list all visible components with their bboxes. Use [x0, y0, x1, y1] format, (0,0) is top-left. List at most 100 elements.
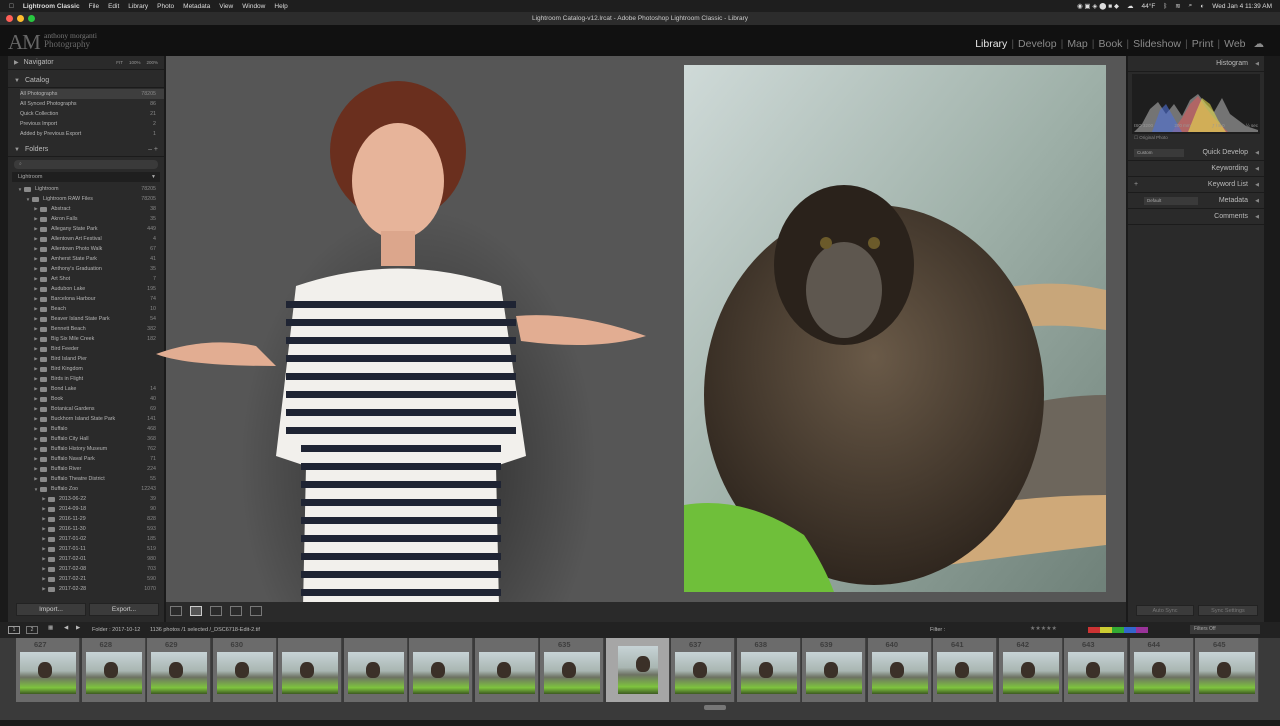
folder-icon — [40, 226, 47, 232]
menu-library[interactable]: Library — [128, 3, 148, 10]
menu-window[interactable]: Window — [242, 3, 265, 10]
bluetooth-icon[interactable]: ᛒ — [1163, 3, 1167, 10]
color-label-filter[interactable] — [1088, 627, 1148, 633]
filmstrip-scrollbar[interactable] — [704, 705, 726, 710]
folder-name: 2017-02-01 — [59, 556, 87, 562]
module-book[interactable]: Book — [1094, 38, 1126, 50]
menu-help[interactable]: Help — [274, 3, 287, 10]
module-library[interactable]: Library — [971, 38, 1011, 50]
folder-name: Amherst State Park — [51, 256, 97, 262]
module-slideshow[interactable]: Slideshow — [1129, 38, 1185, 50]
quick-develop-preset[interactable]: Custom — [1134, 148, 1184, 157]
grid-view-icon[interactable] — [170, 606, 182, 616]
filmstrip-thumb[interactable] — [474, 638, 539, 702]
grid-icon[interactable]: ▦ — [48, 625, 53, 631]
collapse-triangle-icon: ▶ — [34, 286, 38, 291]
wifi-icon[interactable]: ≋ — [1175, 2, 1180, 10]
keyword-list-header[interactable]: + Keyword List ◀ — [1128, 177, 1264, 193]
auto-sync-button[interactable]: Auto Sync — [1136, 605, 1194, 616]
original-photo-toggle[interactable]: ☐ Original Photo — [1134, 135, 1168, 141]
collapse-triangle-icon: ▶ — [42, 566, 46, 571]
forward-arrow-icon[interactable]: ▶ — [76, 625, 80, 631]
secondary-display-icon[interactable]: 2 — [26, 626, 38, 634]
keywording-header[interactable]: Keywording ◀ — [1128, 161, 1264, 177]
folder-icon — [40, 346, 47, 352]
add-keyword-icon[interactable]: + — [1134, 181, 1138, 188]
cloud-sync-icon[interactable]: ☁ — [1250, 38, 1269, 50]
menu-metadata[interactable]: Metadata — [183, 3, 210, 10]
person-neck — [381, 231, 415, 266]
clock[interactable]: Wed Jan 4 11:39 AM — [1212, 3, 1272, 10]
collapse-triangle-icon: ▶ — [14, 60, 19, 66]
module-picker: Library | Develop | Map | Book | Slideshow | … — [971, 38, 1268, 50]
filmstrip-thumb[interactable]: 637 — [671, 638, 735, 702]
filmstrip-thumb[interactable]: 635 — [540, 638, 604, 702]
module-develop[interactable]: Develop — [1014, 38, 1061, 50]
zoom-window-button[interactable] — [28, 15, 35, 22]
histogram-header[interactable]: Histogram ◀ — [1128, 56, 1264, 72]
folder-name: Anthony's Graduation — [51, 266, 102, 272]
status-icons[interactable]: ◉ ▣ ◈ ⬤ ■ ◆ — [1077, 2, 1119, 10]
metadata-preset[interactable]: Default — [1144, 196, 1198, 205]
filmstrip-thumb[interactable]: 641 — [933, 638, 997, 702]
filmstrip-thumb[interactable]: 643 — [1064, 638, 1128, 702]
menu-edit[interactable]: Edit — [108, 3, 119, 10]
filmstrip-thumb[interactable]: 642 — [998, 638, 1063, 702]
filmstrip-thumb[interactable]: 638 — [736, 638, 801, 702]
module-web[interactable]: Web — [1220, 38, 1249, 50]
menu-view[interactable]: View — [219, 3, 233, 10]
folder-icon — [40, 206, 47, 212]
folder-name: Art Shot — [51, 276, 71, 282]
filmstrip-thumb[interactable]: 640 — [867, 638, 932, 702]
window-title: Lightroom Catalog-v12.lrcat - Adobe Phot… — [531, 15, 749, 22]
module-map[interactable]: Map — [1063, 38, 1091, 50]
filmstrip[interactable]: 627 628 629 630 635 637 638 639 640 641 642 643 644 6… — [0, 638, 1280, 720]
apple-icon[interactable]:  — [9, 3, 14, 10]
filmstrip-thumb[interactable] — [278, 638, 342, 702]
weather-icon[interactable]: ☁ — [1127, 2, 1134, 10]
folder-path[interactable]: Folder : 2017-10-12 — [92, 627, 140, 633]
filmstrip-thumb[interactable]: 639 — [802, 638, 866, 702]
menu-file[interactable]: File — [89, 3, 99, 10]
search-icon[interactable]: ⌕ — [1189, 2, 1193, 10]
survey-view-icon[interactable] — [230, 606, 242, 616]
menu-photo[interactable]: Photo — [157, 3, 174, 10]
back-arrow-icon[interactable]: ◀ — [64, 625, 68, 631]
rating-filter-stars[interactable]: ★★★★★ — [1030, 625, 1057, 632]
loupe-view-icon[interactable] — [190, 606, 202, 616]
right-panel: Histogram ◀ ISO 3200 200 mm ƒ / 8.0 ½ se… — [1128, 56, 1264, 622]
filmstrip-thumb[interactable]: 645 — [1195, 638, 1259, 702]
exif-row: ISO 3200 200 mm ƒ / 8.0 ½ sec — [1134, 123, 1258, 128]
compare-view-icon[interactable] — [210, 606, 222, 616]
filmstrip-thumb[interactable]: 628 — [81, 638, 146, 702]
loupe-view[interactable] — [156, 56, 1126, 726]
folder-icon — [40, 306, 47, 312]
app-menu[interactable]: Lightroom Classic — [23, 3, 80, 10]
sync-settings-button[interactable]: Sync Settings — [1198, 605, 1258, 616]
selection-info[interactable]: 1136 photos /1 selected /_DSC6718-Edit-2… — [150, 627, 260, 633]
people-view-icon[interactable] — [250, 606, 262, 616]
filters-off-dropdown[interactable]: Filters Off — [1190, 625, 1260, 634]
filmstrip-thumb[interactable]: 644 — [1129, 638, 1194, 702]
import-button[interactable]: Import... — [16, 603, 86, 616]
folder-name: Buffalo Naval Park — [51, 456, 95, 462]
folder-icon — [40, 326, 47, 332]
folder-icon — [48, 496, 55, 502]
comments-header[interactable]: Comments ◀ — [1128, 209, 1264, 225]
filmstrip-thumb[interactable] — [409, 638, 473, 702]
zoom-fit[interactable]: FIT — [116, 60, 123, 65]
control-center-icon[interactable]: ◐ — [1200, 3, 1204, 10]
filmstrip-thumb[interactable] — [605, 638, 670, 702]
module-print[interactable]: Print — [1188, 38, 1218, 50]
filmstrip-thumb[interactable]: 630 — [212, 638, 277, 702]
collapse-triangle-icon: ▶ — [42, 536, 46, 541]
close-window-button[interactable] — [6, 15, 13, 22]
filmstrip-thumb[interactable]: 627 — [16, 638, 80, 702]
filmstrip-thumb[interactable] — [343, 638, 408, 702]
expand-triangle-icon: ▼ — [25, 196, 31, 202]
secondary-window-icon[interactable]: 1 — [8, 626, 20, 634]
minimize-window-button[interactable] — [17, 15, 24, 22]
quick-develop-header[interactable]: Custom Quick Develop ◀ — [1128, 145, 1264, 161]
metadata-header[interactable]: Default Metadata ◀ — [1128, 193, 1264, 209]
filmstrip-thumb[interactable]: 629 — [147, 638, 211, 702]
